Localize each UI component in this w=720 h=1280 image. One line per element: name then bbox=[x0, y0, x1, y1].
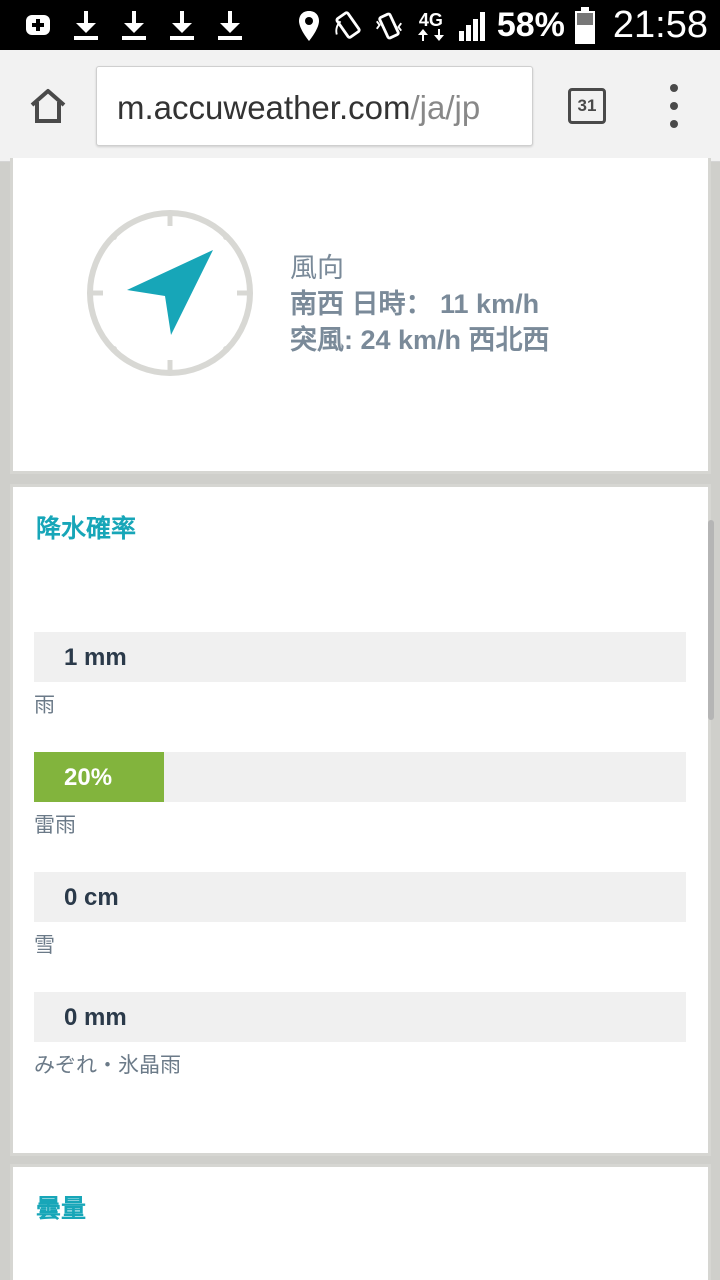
download-icon bbox=[166, 8, 198, 42]
sleet-value: 0 mm bbox=[64, 1004, 127, 1031]
page-scrollbar[interactable] bbox=[708, 520, 714, 720]
signal-icon bbox=[457, 9, 489, 43]
rain-bar: 1 mm bbox=[34, 632, 686, 682]
home-icon bbox=[30, 89, 66, 123]
download-icon bbox=[214, 8, 246, 42]
tab-count: 31 bbox=[577, 96, 597, 115]
menu-dot-icon bbox=[670, 84, 678, 92]
wind-card: 風向 南西 日時： 11 km/h 突風: 24 km/h 西北西 bbox=[10, 158, 711, 474]
rain-label: 雨 bbox=[34, 694, 55, 717]
battery-percent: 58% bbox=[496, 6, 565, 44]
tab-switcher-button[interactable]: 31 bbox=[568, 88, 606, 124]
sleet-bar: 0 mm bbox=[34, 992, 686, 1042]
cloud-cover-card: 曇量 bbox=[10, 1164, 711, 1280]
4g-icon: 4G bbox=[413, 9, 449, 43]
snow-bar: 0 cm bbox=[34, 872, 686, 922]
precipitation-card: 降水確率 1 mm 雨 20% 雷雨 0 cm 雪 0 mm みぞれ・氷晶雨 bbox=[10, 484, 711, 1156]
thunderstorm-label: 雷雨 bbox=[34, 814, 76, 837]
add-notification-icon bbox=[22, 8, 54, 42]
sleet-label: みぞれ・氷晶雨 bbox=[34, 1054, 181, 1077]
thunderstorm-value: 20% bbox=[64, 764, 113, 791]
url-path: /ja/jp bbox=[410, 89, 481, 126]
rotate-icon bbox=[333, 9, 365, 43]
url-bar[interactable]: m.accuweather.com/ja/jp bbox=[96, 66, 533, 146]
rain-value: 1 mm bbox=[64, 644, 127, 671]
home-button[interactable] bbox=[22, 80, 74, 132]
wind-heading: 風向 bbox=[290, 253, 344, 283]
menu-dot-icon bbox=[670, 120, 678, 128]
wind-direction-arrow bbox=[127, 250, 213, 335]
overflow-menu-button[interactable] bbox=[660, 84, 688, 128]
status-bar: 4G 58% 21:58 bbox=[0, 0, 720, 50]
download-icon bbox=[118, 8, 150, 42]
battery-icon bbox=[573, 6, 597, 44]
compass-icon bbox=[87, 210, 253, 376]
clock: 21:58 bbox=[612, 4, 708, 46]
download-icon bbox=[70, 8, 102, 42]
location-icon bbox=[293, 9, 325, 43]
wind-gust: 突風: 24 km/h 西北西 bbox=[290, 325, 550, 355]
browser-toolbar: m.accuweather.com/ja/jp 31 bbox=[0, 50, 720, 162]
precipitation-title: 降水確率 bbox=[36, 515, 137, 543]
notification-icons bbox=[22, 8, 246, 42]
snow-value: 0 cm bbox=[64, 884, 119, 911]
menu-dot-icon bbox=[670, 102, 678, 110]
url-host: m.accuweather.com bbox=[117, 89, 411, 126]
system-status: 4G 58% 21:58 bbox=[293, 4, 708, 47]
cloud-cover-title: 曇量 bbox=[36, 1195, 87, 1223]
vibrate-icon bbox=[373, 9, 405, 43]
wind-info: 風向 南西 日時： 11 km/h 突風: 24 km/h 西北西 bbox=[290, 250, 550, 358]
thunderstorm-bar: 20% bbox=[34, 752, 686, 802]
snow-label: 雪 bbox=[34, 934, 55, 957]
wind-speed: 南西 日時： 11 km/h bbox=[290, 289, 540, 319]
